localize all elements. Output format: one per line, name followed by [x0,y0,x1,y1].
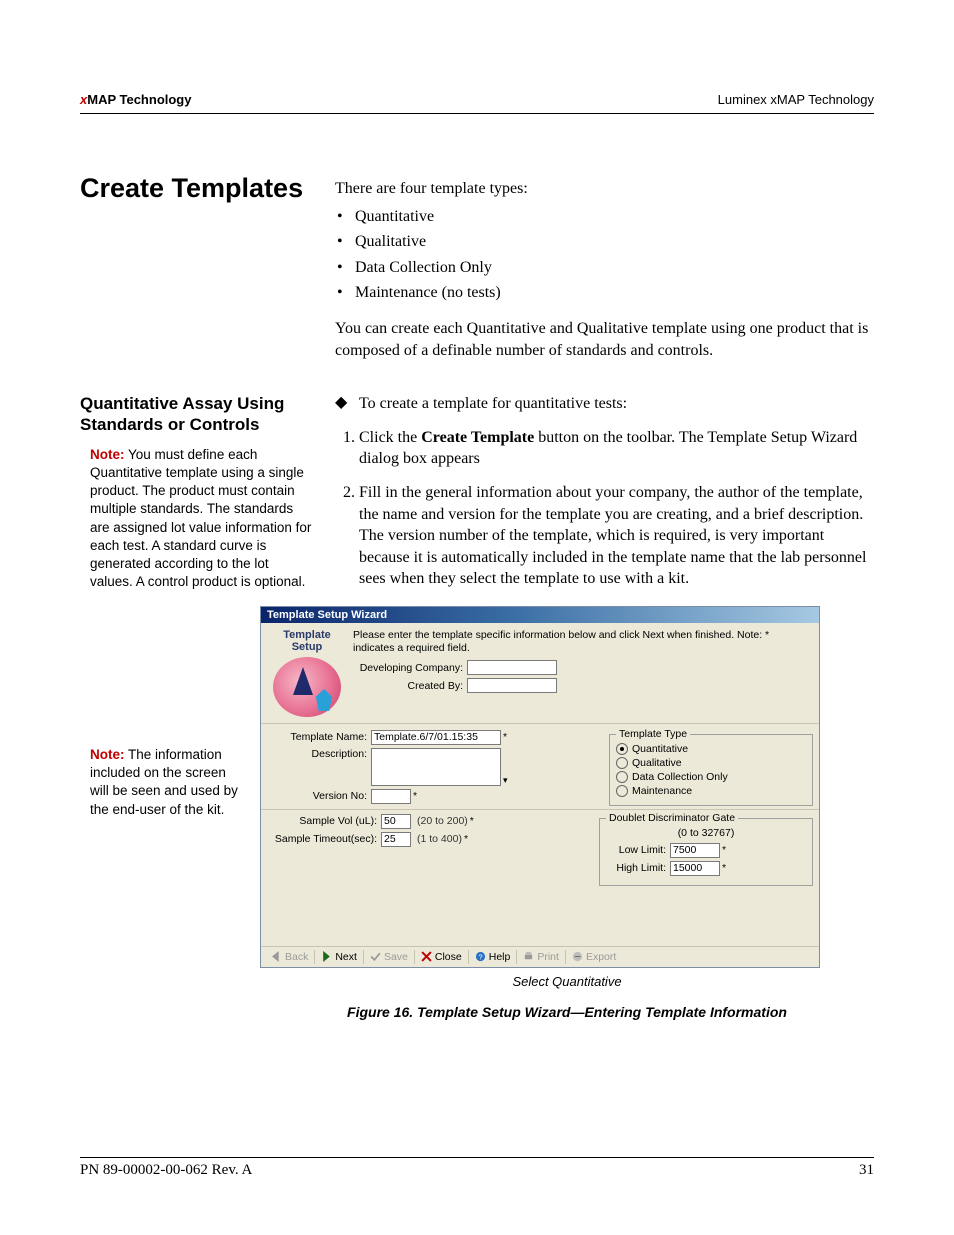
list-item: Qualitative [355,231,874,253]
steps-list: Click the Create Template button on the … [335,427,874,590]
diamond-icon: ◆ [335,393,359,412]
back-button[interactable]: Back [265,950,315,964]
doublet-gate-legend: Doublet Discriminator Gate [606,812,738,824]
note-label: Note: [90,747,125,762]
required-asterisk: * [464,833,468,845]
radio-icon [616,785,628,797]
sample-vol-hint: (20 to 200) [417,815,468,827]
high-limit-label: High Limit: [606,862,670,874]
radio-qualitative[interactable]: Qualitative [616,757,806,769]
save-button[interactable]: Save [364,950,415,964]
doublet-gate-hint: (0 to 32767) [606,827,806,839]
dev-company-label: Developing Company: [353,662,467,674]
wizard-instructions: Please enter the template specific infor… [353,629,813,654]
required-asterisk: * [722,862,726,874]
created-by-label: Created By: [353,680,467,692]
required-asterisk: * [722,844,726,856]
radio-icon [616,757,628,769]
section-create-templates: Create Templates There are four template… [80,174,874,375]
sample-vol-input[interactable] [381,814,411,829]
procedure-intro: ◆ To create a template for quantitative … [335,393,874,415]
wizard-sidebar: Template Setup [267,629,347,717]
caption-select-quant: Select Quantitative [260,974,874,989]
close-button[interactable]: Close [415,950,469,964]
running-footer: PN 89-00002-00-062 Rev. A 31 [80,1157,874,1179]
heading-create-templates: Create Templates [80,174,315,204]
version-label: Version No: [267,790,371,802]
step-2: Fill in the general information about yo… [359,482,874,590]
high-limit-input[interactable] [670,861,720,876]
radio-data-collection[interactable]: Data Collection Only [616,771,806,783]
list-item: Data Collection Only [355,257,874,279]
svg-text:?: ? [478,953,482,962]
header-right: Luminex xMAP Technology [718,92,874,107]
close-icon [421,951,432,962]
required-asterisk: * [413,790,417,802]
figure-row: Note: The information included on the sc… [80,606,874,1021]
description-input[interactable] [371,748,501,786]
list-item: Maintenance (no tests) [355,282,874,304]
help-icon: ? [475,951,486,962]
footer-left: PN 89-00002-00-062 Rev. A [80,1162,252,1179]
note-text: You must define each Quantitative templa… [90,447,311,590]
wizard-spacer [261,896,819,946]
radio-quantitative[interactable]: Quantitative [616,743,806,755]
intro-para-2: You can create each Quantitative and Qua… [335,318,874,361]
radio-maintenance[interactable]: Maintenance [616,785,806,797]
section-quant-assay: Quantitative Assay Using Standards or Co… [80,393,874,602]
sample-timeout-hint: (1 to 400) [417,833,462,845]
export-button[interactable]: Export [566,950,622,964]
arrow-left-icon [271,951,282,962]
required-asterisk: * [503,731,507,743]
template-type-legend: Template Type [616,728,690,740]
procedure-intro-text: To create a template for quantitative te… [359,393,627,415]
template-name-label: Template Name: [267,731,371,743]
help-button[interactable]: ? Help [469,950,518,964]
check-icon [370,951,381,962]
note-block-2: Note: The information included on the sc… [80,746,240,819]
template-setup-wizard-screenshot: Template Setup Wizard Template Setup Ple… [260,606,820,968]
wizard-side-title: Template Setup [267,629,347,653]
dev-company-input[interactable] [467,660,557,675]
radio-icon [616,771,628,783]
wizard-icon [273,657,341,717]
header-left: xMAP Technology [80,92,191,107]
required-asterisk: * [470,815,474,827]
heading-quant-assay: Quantitative Assay Using Standards or Co… [80,393,315,436]
page: xMAP Technology Luminex xMAP Technology … [0,0,954,1235]
sample-timeout-label: Sample Timeout(sec): [267,833,381,845]
template-types-list: Quantitative Qualitative Data Collection… [335,206,874,304]
running-header: xMAP Technology Luminex xMAP Technology [80,92,874,109]
textarea-scroll-icon: ▾ [503,775,508,786]
wizard-toolbar: Back Next Save Close ? [261,946,819,967]
print-button[interactable]: Print [517,950,566,964]
version-input[interactable] [371,789,411,804]
wizard-titlebar: Template Setup Wizard [261,607,819,623]
arrow-right-icon [321,951,332,962]
next-button[interactable]: Next [315,950,364,964]
list-item: Quantitative [355,206,874,228]
created-by-input[interactable] [467,678,557,693]
intro-text: There are four template types: [335,178,874,200]
export-icon [572,951,583,962]
figure-caption: Figure 16. Template Setup Wizard—Enterin… [260,1003,874,1021]
create-template-bold: Create Template [421,429,534,446]
note-block-1: Note: You must define each Quantitative … [80,446,315,592]
template-type-group: Template Type Quantitative Qualitative D… [609,734,813,806]
doublet-gate-group: Doublet Discriminator Gate (0 to 32767) … [599,818,813,886]
description-label: Description: [267,748,371,760]
template-name-input[interactable] [371,730,501,745]
header-rest: MAP Technology [87,92,191,107]
header-rule [80,113,874,114]
sample-vol-label: Sample Vol (uL): [267,815,381,827]
print-icon [523,951,534,962]
note-label: Note: [90,447,125,462]
low-limit-input[interactable] [670,843,720,858]
sample-timeout-input[interactable] [381,832,411,847]
footer-page-number: 31 [859,1162,874,1179]
step-1: Click the Create Template button on the … [359,427,874,470]
radio-icon [616,743,628,755]
low-limit-label: Low Limit: [606,844,670,856]
